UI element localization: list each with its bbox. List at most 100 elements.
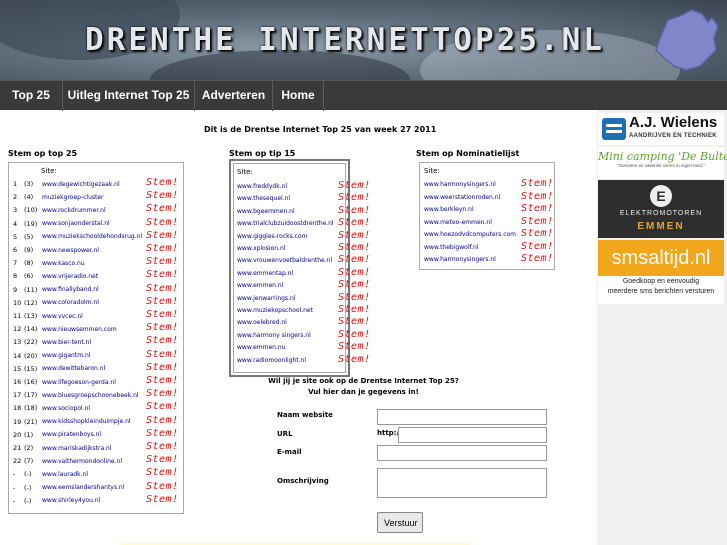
site-link[interactable]: www.muziekopschool.net [237,307,313,314]
site-link[interactable]: www.vrouwenvoetbaldrenthe.nl [237,257,332,264]
submit-button[interactable]: Verstuur [377,512,423,533]
vote-button[interactable]: Stem! [146,322,179,333]
vote-button[interactable]: Stem! [338,292,371,303]
vote-button[interactable]: Stem! [338,254,371,265]
site-link[interactable]: www.emmen.nu [237,344,285,351]
ad-smsaltijd[interactable]: smsaltijd.nl Goedkoop en eenvoudig meerd… [598,240,724,304]
site-link[interactable]: muziekgroep-cluster [42,194,104,201]
nav-top25[interactable]: Top 25 [0,81,63,111]
vote-button[interactable]: Stem! [338,329,371,340]
vote-button[interactable]: Stem! [146,467,179,478]
vote-button[interactable]: Stem! [521,253,554,264]
vote-button[interactable]: Stem! [146,335,179,346]
site-link[interactable]: www.emmentap.nl [237,270,293,277]
site-link[interactable]: www.piratenboys.nl [42,431,101,438]
ad-wielens[interactable]: A.J. Wielens AANDRIJVEN EN TECHNIEK [598,113,724,145]
vote-button[interactable]: Stem! [146,269,179,280]
site-link[interactable]: www.rockdrummer.nl [42,207,106,214]
vote-button[interactable]: Stem! [146,230,179,241]
site-link[interactable]: www.eemslandershantys.nl [42,484,124,491]
site-link[interactable]: www.sonjaonderstal.nl [42,220,110,227]
site-link[interactable]: www.degewichtigezaak.nl [42,181,120,188]
vote-button[interactable]: Stem! [338,341,371,352]
vote-button[interactable]: Stem! [146,217,179,228]
vote-button[interactable]: Stem! [338,192,371,203]
site-link[interactable]: www.meteo-emmen.nl [424,219,492,226]
vote-button[interactable]: Stem! [338,217,371,228]
vote-button[interactable]: Stem! [146,190,179,201]
vote-button[interactable]: Stem! [146,401,179,412]
site-link[interactable]: www.dewittebaron.nl [42,365,105,372]
vote-button[interactable]: Stem! [521,241,554,252]
vote-button[interactable]: Stem! [146,441,179,452]
vote-button[interactable]: Stem! [338,279,371,290]
site-link[interactable]: www.coloradolm.nl [42,299,99,306]
site-link[interactable]: www.lauradk.nl [42,471,88,478]
vote-button[interactable]: Stem! [146,309,179,320]
name-input[interactable] [377,409,547,425]
nav-adverteren[interactable]: Adverteren [195,81,273,111]
vote-button[interactable]: Stem! [146,243,179,254]
vote-button[interactable]: Stem! [338,316,371,327]
vote-button[interactable]: Stem! [338,205,371,216]
site-link[interactable]: www.kasco.nu [42,260,85,267]
vote-button[interactable]: Stem! [521,178,554,189]
site-link[interactable]: www.emmen.nl [237,282,283,289]
vote-button[interactable]: Stem! [146,349,179,360]
vote-button[interactable]: Stem! [146,177,179,188]
vote-button[interactable]: Stem! [338,267,371,278]
site-link[interactable]: www.shirley4you.nl [42,497,100,504]
site-link[interactable]: www.thebigwolf.nl [424,244,479,251]
site-link[interactable]: www.muziekschooldehondsrug.nl [42,233,142,240]
vote-button[interactable]: Stem! [146,481,179,492]
site-link[interactable]: www.radiomoonlight.nl [237,357,306,364]
email-input[interactable] [377,445,547,461]
url-input[interactable] [398,427,547,443]
site-link[interactable]: www.thesequel.nl [237,195,290,202]
site-link[interactable]: www.valthermondonline.nl [42,458,122,465]
site-link[interactable]: www.nieuwsemmen.com [42,326,117,333]
site-link[interactable]: www.giggles-rocks.com [237,233,307,240]
site-link[interactable]: www.xplosion.nl [237,245,285,252]
vote-button[interactable]: Stem! [146,256,179,267]
site-link[interactable]: www.berkleyn.nl [424,206,474,213]
vote-button[interactable]: Stem! [521,191,554,202]
vote-button[interactable]: Stem! [521,228,554,239]
site-link[interactable]: www.sociopol.nl [42,405,90,412]
nav-home[interactable]: Home [273,81,324,111]
vote-button[interactable]: Stem! [338,242,371,253]
site-link[interactable]: www.oelebred.nl [237,319,287,326]
vote-button[interactable]: Stem! [146,362,179,373]
site-link[interactable]: www.harmony singers.nl [237,332,311,339]
site-link[interactable]: www.bier-tent.nl [42,339,91,346]
site-link[interactable]: www.mariskadijkstra.nl [42,445,112,452]
site-link[interactable]: www.vvcec.nl [42,313,83,320]
vote-button[interactable]: Stem! [146,283,179,294]
vote-button[interactable]: Stem! [338,230,371,241]
vote-button[interactable]: Stem! [521,216,554,227]
ad-elektromotoren[interactable]: E ELEKTROMOTOREN EMMEN [598,180,724,238]
site-link[interactable]: www.jenwarrings.nl [237,295,295,302]
description-textarea[interactable] [377,468,547,498]
site-link[interactable]: www.finallyband.nl [42,286,99,293]
site-link[interactable]: www.harmonysingers.nl [424,181,496,188]
vote-button[interactable]: Stem! [146,428,179,439]
vote-button[interactable]: Stem! [521,203,554,214]
vote-button[interactable]: Stem! [146,415,179,426]
site-link[interactable]: www.bgeemmen.nl [237,208,295,215]
site-link[interactable]: www.weerstationroden.nl [424,194,500,201]
site-link[interactable]: www.kidsshopkleinduimpje.nl [42,418,131,425]
vote-button[interactable]: Stem! [338,354,371,365]
site-link[interactable]: www.trialclubzuidoostdrenthe.nl [237,220,334,227]
site-link[interactable]: www.vrijeradio.net [42,273,98,280]
site-link[interactable]: www.hoezodvdcomputers.com [424,231,516,238]
site-link[interactable]: www.freddydk.nl [237,183,287,190]
site-link[interactable]: www.gigantm.nl [42,352,90,359]
vote-button[interactable]: Stem! [146,203,179,214]
vote-button[interactable]: Stem! [146,296,179,307]
ad-camping[interactable]: Mini camping 'De Bulte' "Genieten en vak… [598,147,727,179]
vote-button[interactable]: Stem! [338,180,371,191]
site-link[interactable]: www.newspower.nl [42,247,99,254]
vote-button[interactable]: Stem! [338,304,371,315]
site-link[interactable]: www.harmonysingers.nl [424,256,496,263]
